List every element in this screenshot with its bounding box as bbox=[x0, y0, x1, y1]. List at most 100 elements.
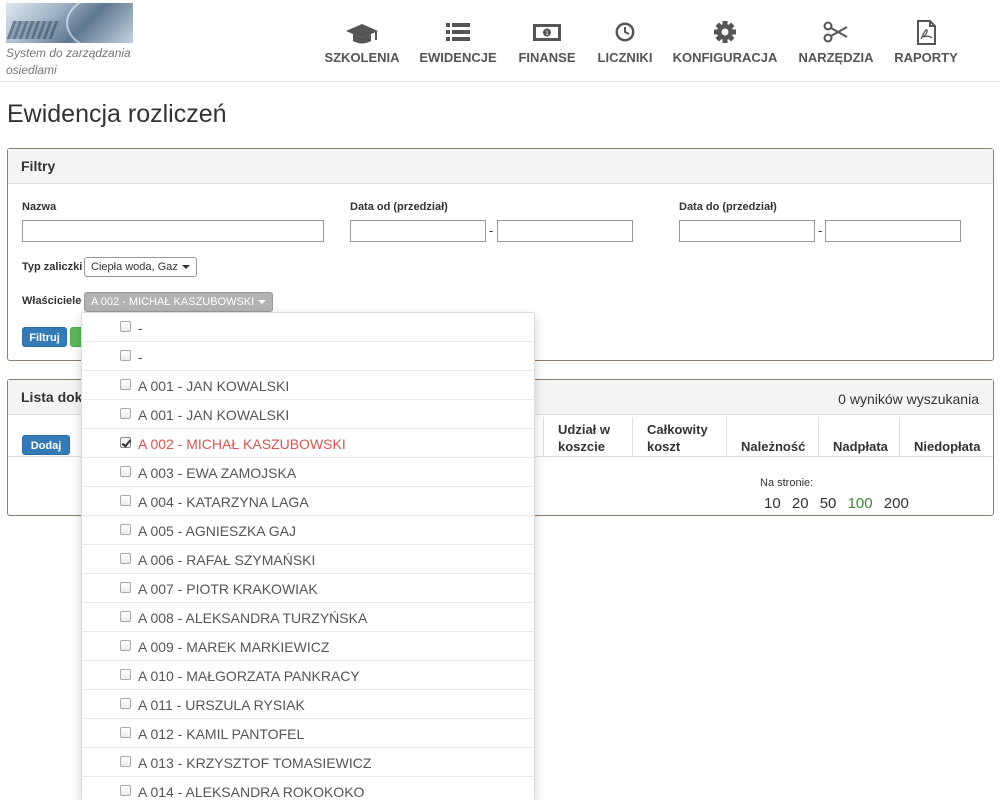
per-page-option[interactable]: 10 bbox=[764, 495, 781, 512]
owner-option[interactable]: - bbox=[82, 313, 534, 342]
caret-down-icon bbox=[181, 265, 190, 270]
column-header[interactable]: Całkowity koszt bbox=[632, 417, 726, 457]
per-page-option[interactable]: 50 bbox=[820, 495, 837, 512]
owner-option-label: A 010 - MAŁGORZATA PANKRACY bbox=[138, 668, 360, 684]
checkbox[interactable] bbox=[120, 466, 131, 477]
owner-option[interactable]: A 008 - ALEKSANDRA TURZYŃSKA bbox=[82, 603, 534, 632]
nav-item-liczniki[interactable]: LICZNIKI bbox=[594, 0, 656, 82]
range-separator: - bbox=[818, 223, 823, 238]
owner-option[interactable]: A 004 - KATARZYNA LAGA bbox=[82, 487, 534, 516]
checkbox[interactable] bbox=[120, 495, 131, 506]
column-header[interactable]: Nadpłata bbox=[818, 417, 899, 457]
scissors-icon bbox=[816, 20, 856, 50]
nav-item-ewidencje[interactable]: EWIDENCJE bbox=[418, 0, 498, 82]
owner-option[interactable]: A 011 - URSZULA RYSIAK bbox=[82, 690, 534, 719]
owner-option-label: A 004 - KATARZYNA LAGA bbox=[138, 494, 309, 510]
nav-label: LICZNIKI bbox=[597, 50, 653, 65]
column-header[interactable]: Udział w koszcie bbox=[543, 417, 632, 457]
advance-type-label: Typ zaliczki bbox=[22, 261, 83, 273]
gear-icon bbox=[705, 20, 745, 50]
owner-option[interactable]: - bbox=[82, 342, 534, 371]
owners-dropdown[interactable]: A 002 - MICHAŁ KASZUBOWSKI bbox=[84, 292, 274, 312]
owner-option[interactable]: A 005 - AGNIESZKA GAJ bbox=[82, 516, 534, 545]
owner-option-label: A 009 - MAREK MARKIEWICZ bbox=[138, 639, 330, 655]
graduation-cap-icon bbox=[342, 20, 382, 50]
column-header[interactable]: Należność bbox=[726, 417, 818, 457]
checkbox[interactable] bbox=[120, 785, 131, 796]
date-to-label: Data do (przedział) bbox=[679, 201, 777, 213]
owners-dropdown-menu: - - A 001 - JAN KOWALSKI A 001 - JAN KOWALS… bbox=[81, 312, 535, 800]
owner-option-label: A 001 - JAN KOWALSKI bbox=[138, 407, 290, 423]
checkbox[interactable] bbox=[120, 756, 131, 767]
owner-option-label: - bbox=[138, 349, 143, 365]
owner-option-label: A 011 - URSZULA RYSIAK bbox=[138, 697, 305, 713]
owner-option-label: A 012 - KAMIL PANTOFEL bbox=[138, 726, 305, 742]
advance-type-dropdown[interactable]: Ciepła woda, Gaz bbox=[84, 257, 197, 277]
owner-option[interactable]: A 014 - ALEKSANDRA ROKOKOKO bbox=[82, 777, 534, 800]
nav-label: RAPORTY bbox=[894, 50, 958, 65]
checkbox[interactable] bbox=[120, 524, 131, 535]
checkbox[interactable] bbox=[120, 379, 131, 390]
date-from-start-input[interactable] bbox=[350, 220, 486, 242]
list-icon bbox=[438, 20, 478, 50]
checkbox[interactable] bbox=[120, 640, 131, 651]
owner-option[interactable]: A 001 - JAN KOWALSKI bbox=[82, 400, 534, 429]
range-separator: - bbox=[489, 223, 494, 238]
per-page-label: Na stronie: bbox=[760, 477, 814, 489]
clock-icon bbox=[605, 20, 645, 50]
checkbox[interactable] bbox=[120, 553, 131, 564]
date-from-label: Data od (przedział) bbox=[350, 201, 448, 213]
owner-option-label: A 014 - ALEKSANDRA ROKOKOKO bbox=[138, 784, 365, 800]
nav-item-finanse[interactable]: 1 FINANSE bbox=[514, 0, 580, 82]
owner-option-label: A 005 - AGNIESZKA GAJ bbox=[138, 523, 296, 539]
checkbox[interactable] bbox=[120, 611, 131, 622]
per-page-option-selected[interactable]: 100 bbox=[848, 495, 873, 512]
owner-option[interactable]: A 001 - JAN KOWALSKI bbox=[82, 371, 534, 400]
column-header[interactable]: Niedopłata bbox=[899, 417, 993, 457]
owner-option-label: A 006 - RAFAŁ SZYMAŃSKI bbox=[138, 552, 316, 568]
owner-option-label: A 003 - EWA ZAMOJSKA bbox=[138, 465, 297, 481]
filter-button[interactable]: Filtruj bbox=[22, 327, 67, 347]
nav-item-szkolenia[interactable]: SZKOLENIA bbox=[322, 0, 402, 82]
owner-option-label: A 008 - ALEKSANDRA TURZYŃSKA bbox=[138, 610, 368, 626]
checkbox[interactable] bbox=[120, 350, 131, 361]
nav-item-raporty[interactable]: RAPORTY bbox=[892, 0, 960, 82]
owner-option[interactable]: A 009 - MAREK MARKIEWICZ bbox=[82, 632, 534, 661]
checkbox[interactable] bbox=[120, 408, 131, 419]
nav-item-konfiguracja[interactable]: KONFIGURACJA bbox=[672, 0, 778, 82]
logo-image[interactable] bbox=[6, 3, 133, 43]
checkbox[interactable] bbox=[120, 698, 131, 709]
page-title: Ewidencja rozliczeń bbox=[7, 100, 227, 128]
nav-item-narzedzia[interactable]: NARZĘDZIA bbox=[796, 0, 876, 82]
checkbox[interactable] bbox=[120, 321, 131, 332]
owners-value: A 002 - MICHAŁ KASZUBOWSKI bbox=[91, 296, 255, 308]
name-input[interactable] bbox=[22, 220, 324, 242]
per-page-selector: 10 20 50 100 200 bbox=[764, 495, 916, 512]
per-page-option[interactable]: 20 bbox=[792, 495, 809, 512]
owner-option-label: - bbox=[138, 320, 143, 336]
owner-option[interactable]: A 007 - PIOTR KRAKOWIAK bbox=[82, 574, 534, 603]
filters-panel-title: Filtry bbox=[8, 149, 993, 184]
checkbox[interactable] bbox=[120, 582, 131, 593]
nav-label: FINANSE bbox=[518, 50, 576, 65]
owner-option[interactable]: A 013 - KRZYSZTOF TOMASIEWICZ bbox=[82, 748, 534, 777]
nav-label: NARZĘDZIA bbox=[798, 50, 874, 65]
app-tagline: System do zarządzania osiedlami bbox=[6, 46, 131, 77]
nav-label: EWIDENCJE bbox=[419, 50, 497, 65]
date-from-end-input[interactable] bbox=[497, 220, 633, 242]
owner-option[interactable]: A 012 - KAMIL PANTOFEL bbox=[82, 719, 534, 748]
date-to-start-input[interactable] bbox=[679, 220, 815, 242]
owner-option[interactable]: A 002 - MICHAŁ KASZUBOWSKI bbox=[82, 429, 534, 458]
checkbox[interactable] bbox=[120, 669, 131, 680]
date-to-end-input[interactable] bbox=[825, 220, 961, 242]
owner-option-label: A 001 - JAN KOWALSKI bbox=[138, 378, 290, 394]
money-icon: 1 bbox=[527, 20, 567, 50]
add-button[interactable]: Dodaj bbox=[22, 435, 70, 455]
owner-option-label: A 002 - MICHAŁ KASZUBOWSKI bbox=[138, 436, 346, 452]
per-page-option[interactable]: 200 bbox=[884, 495, 909, 512]
owner-option[interactable]: A 006 - RAFAŁ SZYMAŃSKI bbox=[82, 545, 534, 574]
owner-option[interactable]: A 003 - EWA ZAMOJSKA bbox=[82, 458, 534, 487]
checkbox[interactable] bbox=[120, 727, 131, 738]
checkbox-checked[interactable] bbox=[120, 437, 131, 448]
owner-option[interactable]: A 010 - MAŁGORZATA PANKRACY bbox=[82, 661, 534, 690]
